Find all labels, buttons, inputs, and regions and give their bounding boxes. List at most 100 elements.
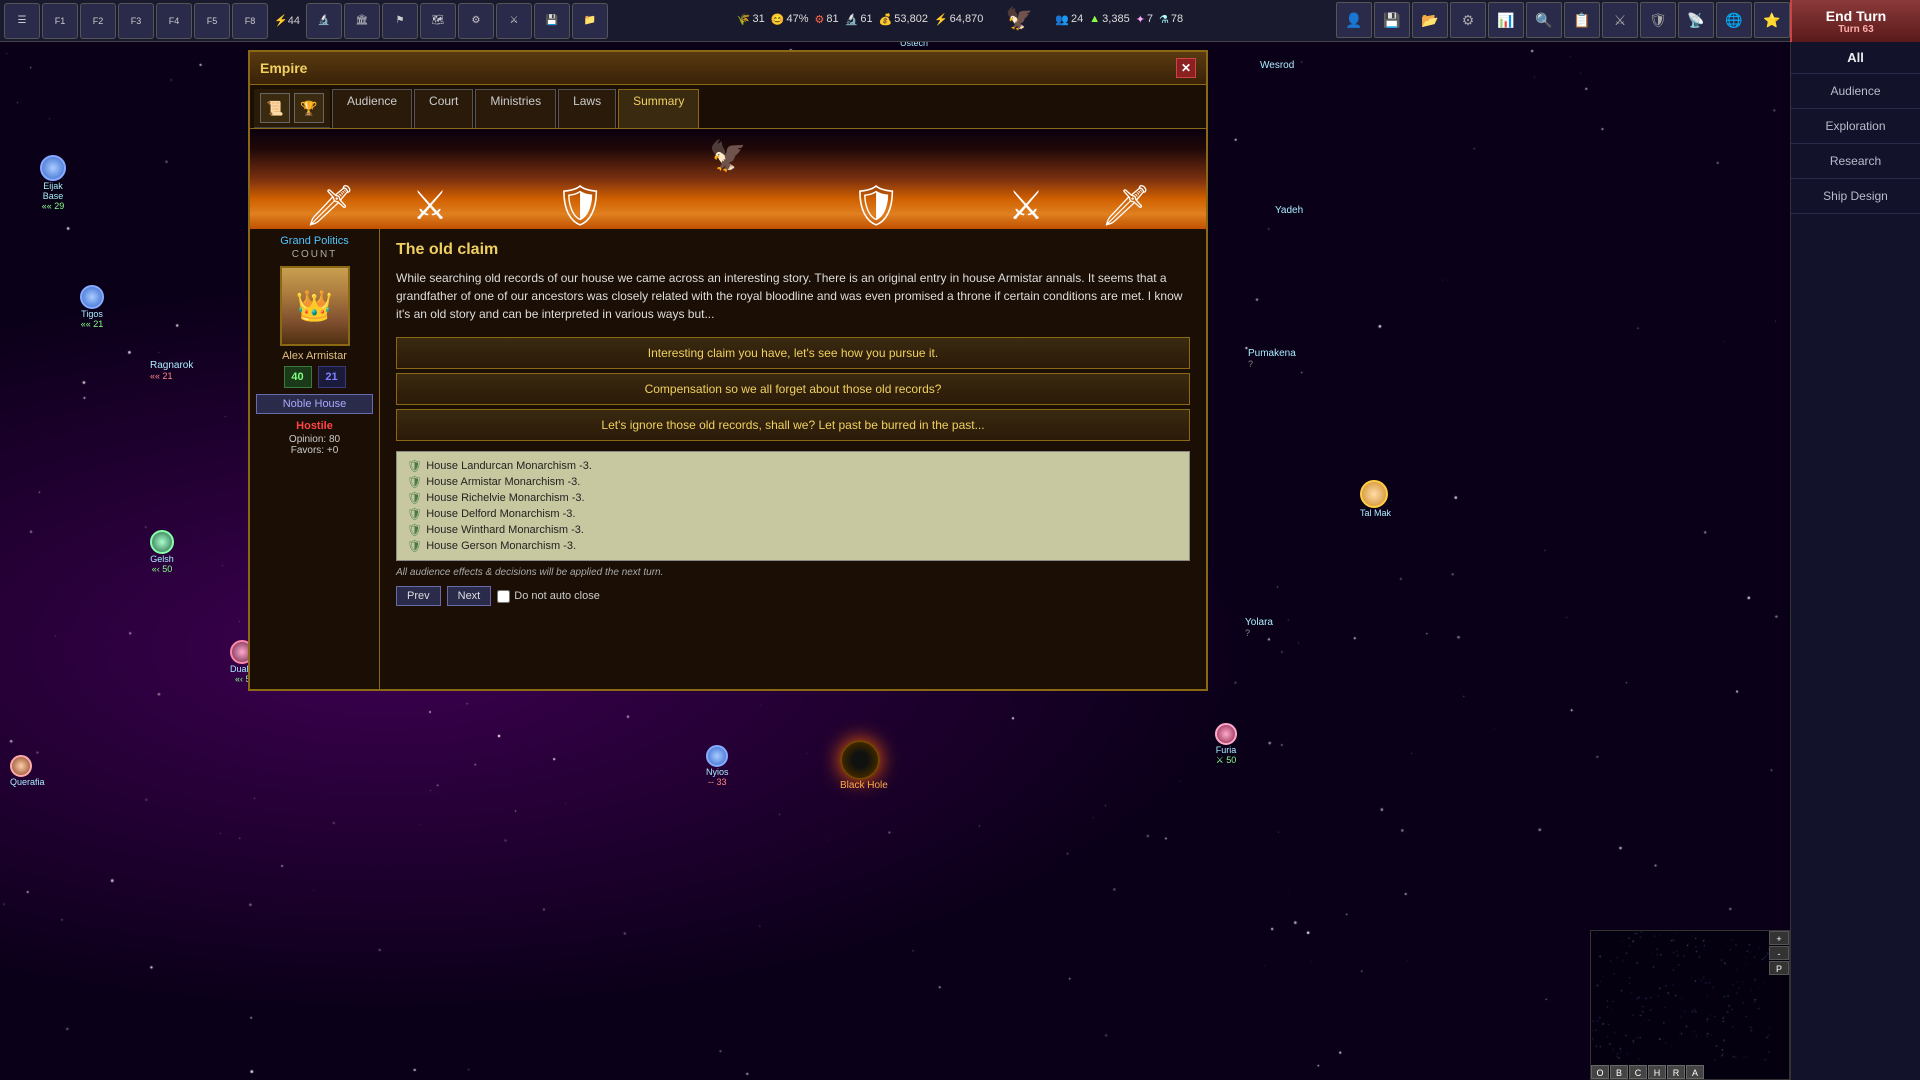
map-node-gelsh[interactable]: Gelsh «‹ 50	[150, 530, 174, 574]
minimap-zoom-in[interactable]: +	[1769, 931, 1789, 945]
map-node-tigos[interactable]: Tigos «« 21	[80, 285, 104, 329]
map-node-eijak[interactable]: EijakBase «« 29	[40, 155, 66, 211]
dialogue-area: The old claim While searching old record…	[380, 229, 1206, 689]
effect-4: 🛡 House Delford Monarchism -3.	[407, 506, 1179, 522]
quick-load[interactable]: 📂	[1412, 2, 1448, 38]
icon6[interactable]: 🛡	[1640, 2, 1676, 38]
map-node-furia[interactable]: Furia ⚔ 50	[1215, 723, 1237, 766]
growth-resource: ▲ 3,385	[1089, 13, 1129, 25]
top-bar-right-icons: 👤 💾 📂 ⚙ 📊 🔍 📋 ⚔ 🛡 📡 🌐 ⭐	[1336, 2, 1790, 38]
resource-44: ⚡44	[270, 14, 304, 27]
folder-btn[interactable]: 📁	[572, 3, 608, 39]
panel-icons: 📜 🏆	[254, 89, 330, 128]
production-resource: ⚙ 81	[815, 13, 839, 26]
f2-btn[interactable]: F2	[80, 3, 116, 39]
minimap-tab-o[interactable]: O	[1591, 1065, 1609, 1079]
science-resource: ⚗ 78	[1159, 13, 1183, 26]
effect-5: 🛡 House Winthard Monarchism -3.	[407, 522, 1179, 538]
tab-court[interactable]: Court	[414, 89, 473, 128]
happiness-resource: 😊 47%	[771, 13, 809, 26]
icon7[interactable]: 📡	[1678, 2, 1714, 38]
building-btn[interactable]: 🏛	[344, 3, 380, 39]
icon8[interactable]: 🌐	[1716, 2, 1752, 38]
minimap-tab-r[interactable]: R	[1667, 1065, 1685, 1079]
f1-btn[interactable]: F1	[42, 3, 78, 39]
empire-close-button[interactable]: ✕	[1176, 58, 1196, 78]
research-icon-btn[interactable]: 🔬	[306, 3, 342, 39]
dialogue-text: While searching old records of our house…	[396, 269, 1190, 323]
end-turn-label: End Turn	[1826, 8, 1886, 24]
map-node-yadeh[interactable]: Yadeh	[1275, 205, 1303, 216]
end-turn-button[interactable]: End Turn Turn 63	[1790, 0, 1920, 42]
map-node-querafia[interactable]: Querafia	[10, 755, 45, 787]
minimap-tab-c[interactable]: C	[1629, 1065, 1647, 1079]
auto-close-checkbox-area[interactable]: Do not auto close	[497, 590, 600, 603]
food-resource: 🌾 31	[737, 13, 765, 26]
character-portrait: 👑	[280, 266, 350, 346]
icon9[interactable]: ⭐	[1754, 2, 1790, 38]
status-badge: Hostile	[296, 420, 333, 432]
icon2[interactable]: 📊	[1488, 2, 1524, 38]
icon1[interactable]: ⚙	[1450, 2, 1486, 38]
right-research-btn[interactable]: Research	[1791, 144, 1920, 179]
minimap-tab-b[interactable]: B	[1610, 1065, 1628, 1079]
sword-btn[interactable]: ⚔	[496, 3, 532, 39]
empire-title: Empire	[260, 60, 307, 76]
menu-btn[interactable]: ☰	[4, 3, 40, 39]
map-node-wesrod[interactable]: Wesrod	[1260, 60, 1294, 71]
char-stat-1: 40	[284, 366, 312, 388]
minimap-tab-a[interactable]: A	[1686, 1065, 1704, 1079]
map-node-yolara[interactable]: Yolara ?	[1245, 617, 1273, 638]
noble-house-button[interactable]: Noble House	[256, 394, 373, 414]
effect-6: 🛡 House Gerson Monarchism -3.	[407, 538, 1179, 554]
f4-btn[interactable]: F4	[156, 3, 192, 39]
icon4[interactable]: 📋	[1564, 2, 1600, 38]
f8-btn[interactable]: F8	[232, 3, 268, 39]
minimap-tab-h[interactable]: H	[1648, 1065, 1666, 1079]
right-audience-btn[interactable]: Audience	[1791, 74, 1920, 109]
influence-resource: ✦ 7	[1136, 13, 1153, 26]
choice-2-button[interactable]: Compensation so we all forget about thos…	[396, 373, 1190, 405]
choice-3-button[interactable]: Let's ignore those old records, shall we…	[396, 409, 1190, 441]
tab-summary[interactable]: Summary	[618, 89, 699, 128]
effect-3: 🛡 House Richelvie Monarchism -3.	[407, 490, 1179, 506]
map-node-talmak[interactable]: Tal Mak	[1360, 480, 1391, 518]
tab-laws[interactable]: Laws	[558, 89, 616, 128]
banner-figure-4: 🛡	[846, 139, 906, 229]
map-node-ragnarok[interactable]: Ragnarok «« 21	[150, 360, 193, 381]
minimap-zoom-out[interactable]: -	[1769, 946, 1789, 960]
panel-icon-2[interactable]: 🏆	[294, 93, 324, 123]
gp-title: Grand Politics	[280, 235, 348, 247]
f5-btn[interactable]: F5	[194, 3, 230, 39]
avatar-icon[interactable]: 👤	[1336, 2, 1372, 38]
banner-figure-6: 🗡	[1096, 139, 1156, 229]
tab-ministries[interactable]: Ministries	[475, 89, 556, 128]
flag-btn[interactable]: ⚑	[382, 3, 418, 39]
quick-save[interactable]: 💾	[1374, 2, 1410, 38]
map-node-nyios[interactable]: Nyios -- 33	[706, 745, 729, 787]
save-btn[interactable]: 💾	[534, 3, 570, 39]
icon5[interactable]: ⚔	[1602, 2, 1638, 38]
map-node-blackhole: Black Hole	[840, 740, 888, 791]
right-exploration-btn[interactable]: Exploration	[1791, 109, 1920, 144]
f3-btn[interactable]: F3	[118, 3, 154, 39]
audience-note: All audience effects & decisions will be…	[396, 567, 1190, 578]
auto-close-checkbox[interactable]	[497, 590, 510, 603]
panel-icon-1[interactable]: 📜	[260, 93, 290, 123]
settings-btn[interactable]: ⚙	[458, 3, 494, 39]
right-ship-design-btn[interactable]: Ship Design	[1791, 179, 1920, 214]
next-button[interactable]: Next	[447, 586, 492, 606]
choice-1-button[interactable]: Interesting claim you have, let's see ho…	[396, 337, 1190, 369]
top-resources: 🌾 31 😊 47% ⚙ 81 🔬 61 💰 53,802 ⚡ 64,870 🦅…	[737, 6, 1183, 32]
tab-audience[interactable]: Audience	[332, 89, 412, 128]
icon3[interactable]: 🔍	[1526, 2, 1562, 38]
map-btn[interactable]: 🗺	[420, 3, 456, 39]
effects-panel: 🛡 House Landurcan Monarchism -3. 🛡 House…	[396, 451, 1190, 561]
map-node-pumakena[interactable]: Pumakena ?	[1248, 348, 1296, 369]
prev-button[interactable]: Prev	[396, 586, 441, 606]
right-all-btn[interactable]: All	[1791, 42, 1920, 74]
effect-1: 🛡 House Landurcan Monarchism -3.	[407, 458, 1179, 474]
turn-number: Turn 63	[1838, 24, 1873, 35]
pop-resource: 👥 24	[1055, 13, 1083, 26]
minimap-fit[interactable]: P	[1769, 961, 1789, 975]
